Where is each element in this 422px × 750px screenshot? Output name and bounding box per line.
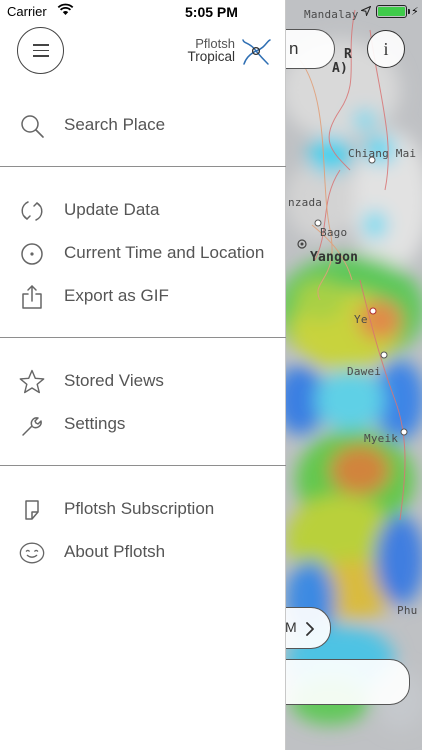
map-label-bago: Bago [320, 226, 348, 239]
battery-icon [376, 5, 407, 18]
map-label-ye: Ye [354, 313, 368, 326]
menu-item-label: Settings [64, 414, 126, 433]
info-icon: i [383, 38, 389, 59]
brand-product: Tropical [187, 49, 235, 64]
menu-item-label: Search Place [64, 115, 166, 134]
cyclone-icon [242, 39, 271, 65]
menu-item-search-place[interactable]: Search Place [0, 105, 286, 145]
map-label-partial-r: R [344, 47, 353, 62]
map-label-phu: Phu [397, 604, 418, 617]
search-icon [18, 112, 46, 140]
target-icon [18, 240, 46, 268]
menu-item-settings[interactable]: Settings [0, 404, 286, 444]
sticker-icon [18, 496, 46, 524]
map-search-pill-text: n [289, 39, 299, 58]
hamburger-icon-line [32, 55, 49, 57]
charging-bolt-icon: ⚡ [411, 6, 419, 18]
map-label-nzada: nzada [288, 196, 323, 209]
menu-item-label: Current Time and Location [64, 243, 265, 262]
wrench-icon [18, 411, 46, 439]
menu-item-label: Stored Views [64, 371, 164, 390]
chevron-right-icon[interactable] [303, 620, 317, 638]
refresh-icon [18, 197, 46, 225]
hamburger-icon-line [32, 44, 49, 46]
status-bar: Carrier 5:05 PM ⚡ [0, 0, 422, 24]
map-label-dawei: Dawei [347, 365, 382, 378]
map-label-yangon: Yangon [310, 250, 359, 265]
menu-separator [0, 166, 286, 167]
menu-item-update-data[interactable]: Update Data [0, 190, 286, 230]
menu-item-current-time-location[interactable]: Current Time and Location [0, 233, 286, 273]
menu-item-subscription[interactable]: Pflotsh Subscription [0, 489, 286, 529]
menu-item-label: About Pflotsh [64, 542, 166, 561]
share-icon [18, 283, 46, 311]
battery-tip [408, 9, 410, 14]
side-drawer: Pflotsh Tropical Search Place Update Dat… [0, 0, 286, 750]
menu-separator [0, 337, 286, 338]
menu-item-label: Pflotsh Subscription [64, 499, 215, 518]
star-icon [18, 368, 46, 396]
menu-item-label: Update Data [64, 200, 160, 219]
map-time-pill-text: M [285, 619, 297, 635]
info-button[interactable]: i [367, 30, 405, 68]
menu-item-export-gif[interactable]: Export as GIF [0, 276, 286, 316]
wifi-icon [57, 3, 74, 15]
menu-button[interactable] [17, 27, 64, 74]
map-label-partial-a: A) [332, 61, 349, 76]
status-time: 5:05 PM [185, 4, 238, 20]
map-label-myeik: Myeik [364, 432, 399, 445]
smiley-icon [18, 539, 46, 567]
location-arrow-icon [361, 6, 371, 16]
hamburger-icon-line [32, 49, 49, 52]
menu-separator [0, 465, 286, 466]
map-label-chiang-mai: Chiang Mai [348, 147, 417, 160]
menu-item-about[interactable]: About Pflotsh [0, 532, 286, 572]
carrier-label: Carrier [7, 4, 47, 19]
menu-item-label: Export as GIF [64, 286, 169, 305]
menu-item-stored-views[interactable]: Stored Views [0, 361, 286, 401]
app-logo: Pflotsh Tropical [180, 36, 272, 68]
